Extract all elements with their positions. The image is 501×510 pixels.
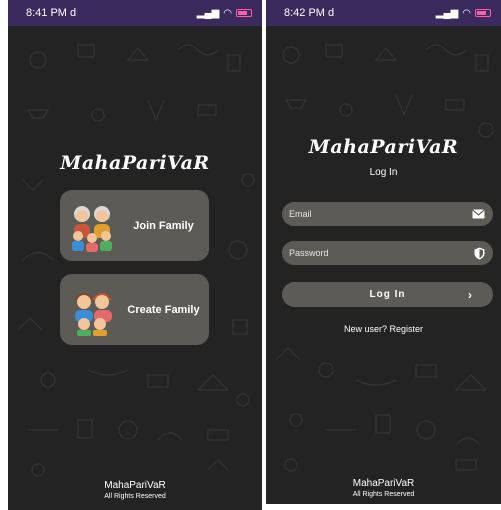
signal-icon: ▂▄▆ — [435, 7, 459, 19]
join-or-create-screen: 8:41 PM d ▂▄▆ ◠ MahaPariVaR Join Family … — [8, 0, 262, 510]
create-family-label: Create Family — [127, 303, 200, 316]
family-icon — [74, 292, 112, 336]
login-button[interactable]: Log In › — [282, 282, 493, 307]
footer-rights: All Rights Reserved — [104, 493, 166, 500]
email-field[interactable]: Email — [282, 202, 493, 226]
app-title: MahaPariVaR — [60, 152, 210, 174]
footer-app-name: MahaPariVaR — [352, 478, 415, 489]
mail-icon — [472, 209, 485, 219]
footer: MahaPariVaR All Rights Reserved — [266, 478, 501, 498]
register-link[interactable]: New user? Register — [266, 324, 501, 334]
login-heading: Log In — [369, 167, 398, 178]
footer-app-name: MahaPariVaR — [104, 480, 166, 491]
login-button-label: Log In — [369, 289, 406, 300]
battery-icon — [475, 9, 491, 17]
create-family-card[interactable]: Create Family — [60, 274, 209, 345]
chevron-right-icon: › — [468, 287, 473, 302]
status-time: 8:41 PM d — [26, 7, 77, 19]
join-family-card[interactable]: Join Family — [60, 190, 209, 261]
status-bar: 8:41 PM d ▂▄▆ ◠ — [8, 0, 262, 26]
status-bar: 8:42 PM d ▂▄▆ ◠ — [266, 0, 501, 26]
shield-icon — [474, 247, 485, 259]
signal-icon: ▂▄▆ — [196, 7, 220, 19]
password-field[interactable]: Password — [282, 241, 493, 265]
email-placeholder: Email — [289, 209, 312, 219]
family-icon — [72, 205, 112, 252]
wifi-icon: ◠ — [462, 7, 471, 19]
join-family-label: Join Family — [133, 219, 194, 232]
status-time: 8:42 PM d — [284, 7, 335, 19]
password-placeholder: Password — [289, 248, 329, 258]
app-title: MahaPariVaR — [308, 136, 459, 158]
wifi-icon: ◠ — [223, 7, 232, 19]
battery-icon — [236, 9, 252, 17]
footer-rights: All Rights Reserved — [352, 491, 415, 498]
footer: MahaPariVaR All Rights Reserved — [8, 480, 262, 500]
login-screen: 8:42 PM d ▂▄▆ ◠ MahaPariVaR Log In Email… — [266, 0, 501, 504]
